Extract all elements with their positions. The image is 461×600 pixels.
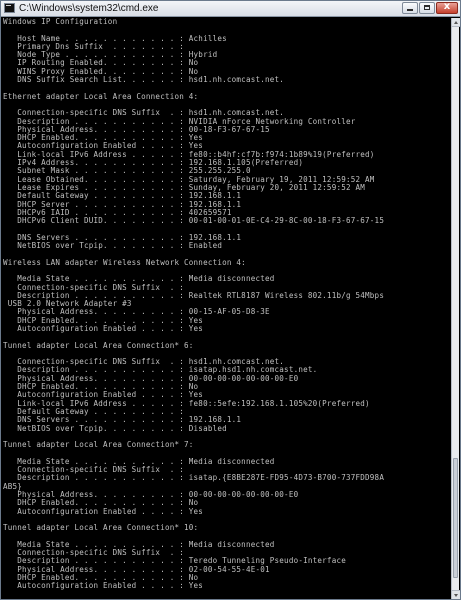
vertical-scrollbar[interactable] [451, 18, 460, 599]
window-title: C:\Windows\system32\cmd.exe [19, 3, 159, 14]
console-line: Tunnel adapter Local Area Connection* 7: [3, 440, 194, 450]
cmd-icon[interactable] [4, 3, 15, 13]
minimize-icon [407, 9, 413, 11]
console-line: Ethernet adapter Local Area Connection 4… [3, 91, 199, 101]
console-line: DHCPv6 Client DUID. . . . . . . . : 00-0… [3, 216, 385, 226]
scroll-up-arrow-icon[interactable] [452, 18, 460, 27]
minimize-button[interactable] [402, 2, 418, 14]
scroll-thumb[interactable] [453, 458, 458, 578]
close-button[interactable]: x [436, 1, 458, 14]
console-line: Wireless LAN adapter Wireless Network Co… [3, 257, 246, 267]
console-text: Windows IP Configuration Host Name . . .… [3, 18, 453, 590]
maximize-button[interactable] [419, 2, 435, 14]
title-bar[interactable]: C:\Windows\system32\cmd.exe x [1, 1, 460, 17]
console-line: Autoconfiguration Enabled . . . . : Yes [3, 323, 204, 333]
console-line: Windows IP Configuration [3, 18, 118, 26]
console-line: Tunnel adapter Local Area Connection* 10… [3, 523, 199, 533]
console-line: Autoconfiguration Enabled . . . . : Yes [3, 581, 204, 591]
console-line: Tunnel adapter Local Area Connection* 6: [3, 340, 194, 350]
maximize-icon [424, 5, 430, 10]
scroll-down-arrow-icon[interactable] [452, 590, 460, 599]
close-icon: x [443, 1, 451, 12]
console-line: Description . . . . . . . . . . . : isat… [3, 473, 385, 483]
console-line: NetBIOS over Tcpip. . . . . . . . : Enab… [3, 241, 223, 251]
console-line: NetBIOS over Tcpip. . . . . . . . : Disa… [3, 423, 227, 433]
console-output[interactable]: Windows IP Configuration Host Name . . .… [3, 18, 453, 599]
cmd-window: C:\Windows\system32\cmd.exe x Windows IP… [0, 0, 461, 600]
window-controls: x [401, 1, 458, 15]
console-line: Autoconfiguration Enabled . . . . : Yes [3, 506, 204, 516]
console-line: DNS Suffix Search List. . . . . . : hsd1… [3, 75, 285, 85]
